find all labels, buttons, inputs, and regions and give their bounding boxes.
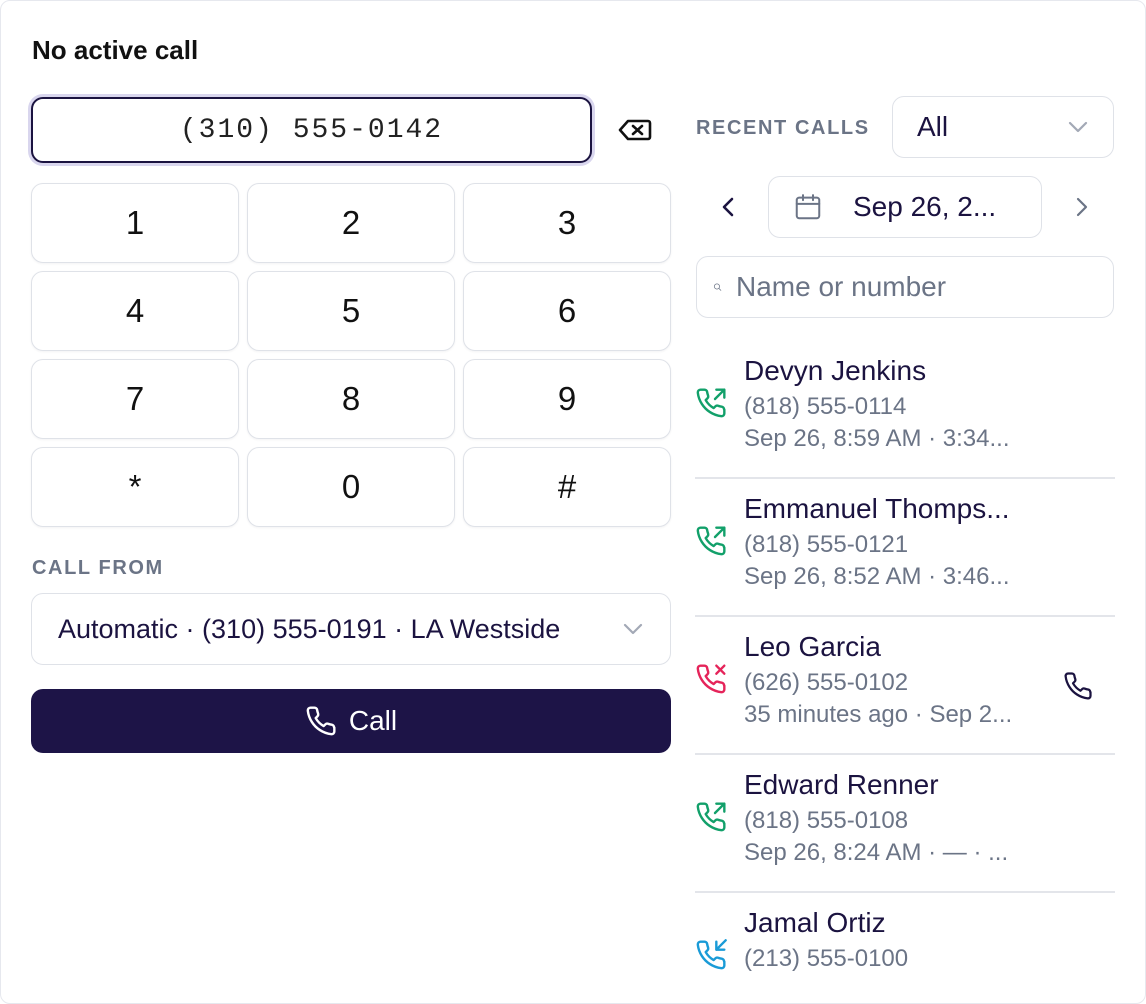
outgoing-call-icon <box>696 388 726 418</box>
key-3[interactable]: 3 <box>463 183 671 263</box>
search-input[interactable] <box>736 271 1097 303</box>
call-status-title: No active call <box>32 35 199 65</box>
call-button[interactable]: Call <box>31 689 671 753</box>
call-row[interactable]: Edward Renner (818) 555-0108 Sep 26, 8:2… <box>695 755 1115 893</box>
caller-name: Jamal Ortiz <box>744 907 886 938</box>
key-9[interactable]: 9 <box>463 359 671 439</box>
caller-number: (818) 555-0121 <box>744 531 909 558</box>
incoming-call-icon <box>696 939 727 970</box>
recent-calls-list: Devyn Jenkins (818) 555-0114 Sep 26, 8:5… <box>695 341 1115 1003</box>
backspace-icon <box>618 119 652 141</box>
call-from-label: CALL FROM <box>32 557 164 579</box>
chevron-down-icon <box>1068 121 1088 133</box>
dial-number-input[interactable]: (310) 555-0142 <box>31 97 592 163</box>
keypad: 1 2 3 4 5 6 7 8 9 * 0 # <box>31 183 671 527</box>
calendar-icon <box>795 194 821 220</box>
search-icon <box>713 283 722 291</box>
search-box <box>696 256 1114 318</box>
outgoing-call-icon <box>696 526 726 556</box>
caller-number: (818) 555-0114 <box>744 393 907 420</box>
key-7[interactable]: 7 <box>31 359 239 439</box>
call-row[interactable]: Emmanuel Thomps... (818) 555-0121 Sep 26… <box>695 479 1115 617</box>
chevron-down-icon <box>623 623 643 635</box>
key-1[interactable]: 1 <box>31 183 239 263</box>
call-row[interactable]: Jamal Ortiz (213) 555-0100 <box>695 893 1115 1003</box>
call-button-label: Call <box>348 705 398 736</box>
key-2[interactable]: 2 <box>247 183 455 263</box>
dialer-panel: No active call (310) 555-0142 1 2 3 4 5 … <box>0 0 1146 1004</box>
phone-icon <box>306 706 336 736</box>
date-picker[interactable]: Sep 26, 2... <box>768 176 1042 238</box>
call-filter-select[interactable]: All <box>892 96 1114 158</box>
call-from-value: Automatic · (310) 555-0191 · LA Westside <box>58 613 561 644</box>
call-meta: Sep 26, 8:59 AM · 3:34... <box>744 425 1010 452</box>
backspace-button[interactable] <box>616 115 654 145</box>
call-from-select[interactable]: Automatic · (310) 555-0191 · LA Westside <box>31 593 671 665</box>
caller-name: Emmanuel Thomps... <box>744 493 1010 524</box>
key-8[interactable]: 8 <box>247 359 455 439</box>
callback-phone-icon[interactable] <box>1063 671 1093 701</box>
call-meta: 35 minutes ago · Sep 2... <box>744 701 1013 728</box>
caller-number: (213) 555-0100 <box>744 945 909 972</box>
chevron-right-icon <box>1076 197 1088 217</box>
caller-name: Edward Renner <box>744 769 939 800</box>
key-hash[interactable]: # <box>463 447 671 527</box>
date-picker-value: Sep 26, 2... <box>853 191 997 222</box>
caller-name: Devyn Jenkins <box>744 355 927 386</box>
key-6[interactable]: 6 <box>463 271 671 351</box>
chevron-left-icon <box>722 197 734 217</box>
outgoing-call-icon <box>696 802 726 832</box>
call-row[interactable]: Leo Garcia (626) 555-0102 35 minutes ago… <box>695 617 1115 755</box>
next-date-button[interactable] <box>1067 191 1097 223</box>
caller-name: Leo Garcia <box>744 631 881 662</box>
caller-number: (626) 555-0102 <box>744 669 909 696</box>
caller-number: (818) 555-0108 <box>744 807 909 834</box>
call-row[interactable]: Devyn Jenkins (818) 555-0114 Sep 26, 8:5… <box>695 341 1115 479</box>
recent-calls-label: RECENT CALLS <box>696 117 870 139</box>
call-filter-value: All <box>917 111 949 142</box>
key-0[interactable]: 0 <box>247 447 455 527</box>
call-meta: Sep 26, 8:52 AM · 3:46... <box>744 563 1010 590</box>
missed-call-icon <box>696 664 726 694</box>
key-5[interactable]: 5 <box>247 271 455 351</box>
key-star[interactable]: * <box>31 447 239 527</box>
call-meta: Sep 26, 8:24 AM · — · ... <box>744 839 1009 866</box>
previous-date-button[interactable] <box>713 191 743 223</box>
key-4[interactable]: 4 <box>31 271 239 351</box>
